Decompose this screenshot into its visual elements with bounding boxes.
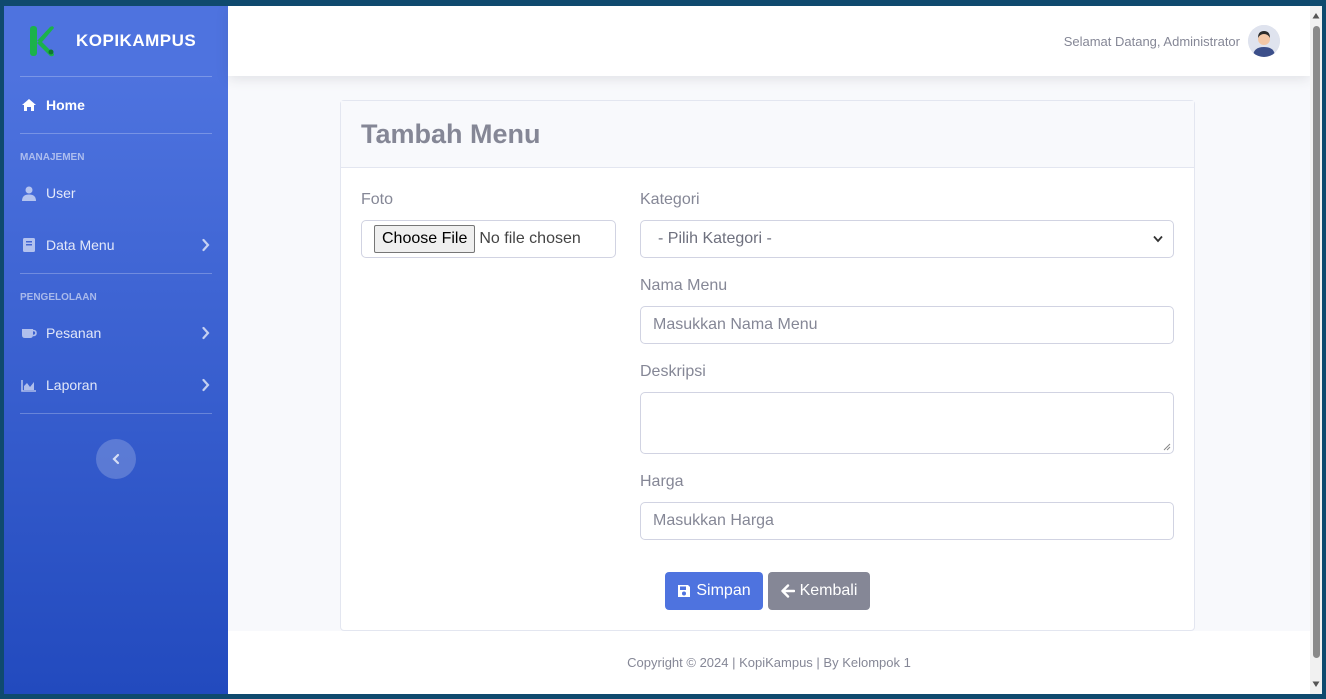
price-input[interactable]: Masukkan Harga — [640, 502, 1174, 540]
sidebar-item-data-menu[interactable]: Data Menu — [4, 217, 228, 273]
page-scrollbar[interactable] — [1310, 6, 1322, 694]
sidebar-item-label: Pesanan — [46, 325, 102, 341]
menu-name-label: Nama Menu — [640, 277, 728, 294]
resize-grip-icon[interactable] — [1163, 443, 1171, 451]
sidebar-item-label: Data Menu — [46, 237, 115, 253]
chevron-right-icon — [202, 326, 210, 340]
chart-area-icon — [20, 377, 38, 393]
sidebar-item-reports[interactable]: Laporan — [4, 357, 228, 413]
chevron-left-icon — [112, 453, 120, 465]
chevron-right-icon — [202, 238, 210, 252]
sidebar-divider — [20, 413, 212, 414]
book-icon — [20, 237, 38, 253]
sidebar-item-home[interactable]: Home — [4, 77, 228, 133]
user-avatar-icon — [1248, 25, 1280, 57]
arrow-left-icon — [780, 584, 795, 598]
chevron-right-icon — [202, 378, 210, 392]
user-icon — [20, 185, 38, 201]
avatar[interactable] — [1248, 25, 1280, 57]
sidebar-item-user[interactable]: User — [4, 169, 228, 217]
description-label: Deskripsi — [640, 363, 706, 380]
back-button[interactable]: Kembali — [768, 572, 870, 610]
sidebar-heading-manage: MANAJEMEN — [20, 152, 85, 163]
topbar: Selamat Datang, Administrator — [228, 6, 1310, 76]
choose-file-button[interactable]: Choose File — [374, 225, 476, 253]
photo-label: Foto — [361, 191, 394, 208]
card-header: Tambah Menu — [341, 101, 1194, 168]
category-label: Kategori — [640, 191, 700, 208]
save-icon — [678, 585, 691, 597]
coffee-icon — [20, 325, 38, 341]
scroll-up-icon[interactable] — [1312, 12, 1320, 20]
sidebar-item-label: User — [46, 185, 76, 201]
category-select[interactable]: - Pilih Kategori - — [640, 220, 1174, 258]
sidebar-heading-process: PENGELOLAAN — [20, 292, 97, 303]
greeting-text[interactable]: Selamat Datang, Administrator — [1064, 34, 1240, 49]
category-selected-value: - Pilih Kategori - — [658, 230, 772, 247]
price-label: Harga — [640, 473, 684, 490]
photo-file-input[interactable]: Choose File No file chosen — [361, 220, 616, 258]
home-icon — [20, 97, 38, 113]
footer: Copyright © 2024 | KopiKampus | By Kelom… — [228, 631, 1310, 694]
page-title: Tambah Menu — [361, 118, 541, 149]
sidebar: KOPIKAMPUS Home MANAJEMEN User Data Menu… — [4, 6, 228, 694]
menu-name-placeholder: Masukkan Nama Menu — [653, 316, 818, 333]
brand-name: KOPIKAMPUS — [76, 31, 197, 50]
save-button-label: Simpan — [696, 582, 751, 599]
price-placeholder: Masukkan Harga — [653, 512, 774, 529]
chevron-down-icon — [1153, 235, 1163, 243]
scroll-down-icon[interactable] — [1312, 680, 1320, 688]
kopikampus-logo-icon — [30, 26, 54, 57]
description-textarea[interactable] — [640, 392, 1174, 454]
app-window: KOPIKAMPUS Home MANAJEMEN User Data Menu… — [4, 6, 1322, 694]
save-button[interactable]: Simpan — [665, 572, 763, 610]
add-menu-card: Tambah Menu Foto Choose File No file cho… — [340, 100, 1195, 631]
sidebar-item-orders[interactable]: Pesanan — [4, 309, 228, 357]
copyright-text: Copyright © 2024 | KopiKampus | By Kelom… — [627, 655, 911, 670]
back-button-label: Kembali — [799, 582, 858, 599]
menu-name-input[interactable]: Masukkan Nama Menu — [640, 306, 1174, 344]
brand[interactable]: KOPIKAMPUS — [4, 6, 228, 76]
sidebar-item-label: Home — [46, 97, 85, 113]
scrollbar-thumb[interactable] — [1313, 26, 1320, 658]
sidebar-item-label: Laporan — [46, 377, 98, 393]
file-status-text: No file chosen — [479, 230, 581, 247]
sidebar-toggle-button[interactable] — [96, 439, 136, 479]
